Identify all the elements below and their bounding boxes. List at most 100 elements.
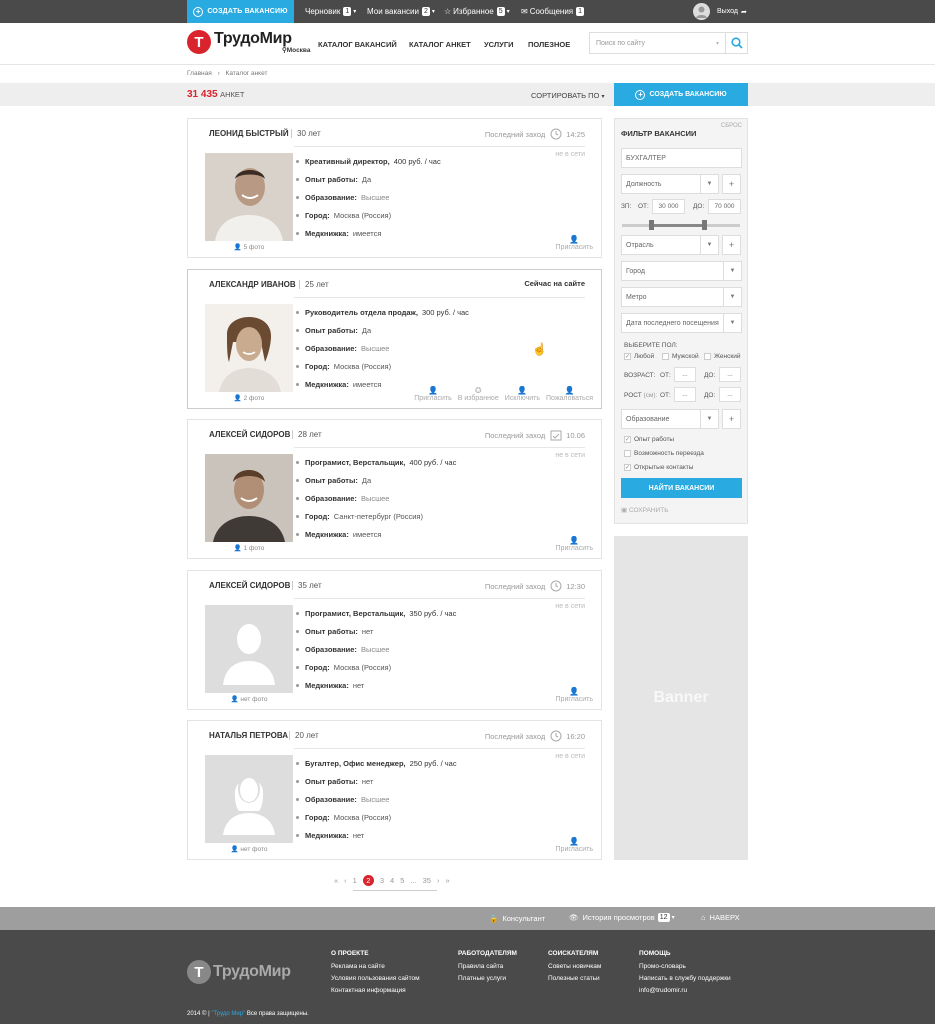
page-1[interactable]: 1	[353, 876, 357, 885]
footer-link[interactable]: Условия пользования сайтом	[331, 975, 420, 982]
exclude-button[interactable]: 👤 Исключить	[505, 387, 540, 403]
footer-link[interactable]: Правила сайта	[458, 963, 517, 970]
site-logo[interactable]: Т ТрудоМир ⚲Москва	[187, 30, 310, 54]
city-value: Москва (Россия)	[333, 812, 392, 822]
nav-useful[interactable]: ПОЛЕЗНОЕ	[528, 40, 570, 49]
gender-male-checkbox[interactable]: Мужской	[662, 353, 699, 360]
first-page-icon[interactable]: «	[334, 876, 338, 885]
favorites-menu[interactable]: ☆ Избранное 5 ▾	[444, 0, 510, 23]
invite-button[interactable]: 👤 Пригласить	[414, 387, 451, 403]
education-select[interactable]: Образование ▼	[621, 409, 719, 429]
invite-button[interactable]: 👤 Пригласить	[556, 236, 593, 252]
open-contacts-checkbox[interactable]: ✓ Открытые контакты	[624, 464, 693, 471]
age-to-input[interactable]: ...	[719, 367, 741, 382]
last-visit: Последний заход 10.06	[484, 430, 585, 441]
user-avatar[interactable]	[693, 3, 710, 20]
keyword-input[interactable]: БУХГАЛТЕР	[621, 148, 742, 168]
footer-link[interactable]: Советы новичкам	[548, 963, 601, 970]
footer-link[interactable]: Контактная информация	[331, 987, 420, 994]
sort-dropdown[interactable]: СОРТИРОВАТЬ ПО ▾	[531, 91, 605, 100]
last-visit-select[interactable]: Дата последнего посещения ▼	[621, 313, 742, 333]
page-4[interactable]: 4	[390, 876, 394, 885]
candidate-photo[interactable]	[205, 454, 293, 542]
breadcrumb-home[interactable]: Главная	[187, 70, 212, 77]
messages-menu[interactable]: ✉ Сообщения 1	[521, 0, 585, 23]
add-position-button[interactable]: +	[722, 174, 741, 194]
star-icon: ☆	[444, 7, 452, 16]
footer-link[interactable]: Реклама на сайте	[331, 963, 420, 970]
add-industry-button[interactable]: +	[722, 235, 741, 255]
logout-link[interactable]: Выход ➦	[717, 0, 747, 23]
photo-count[interactable]: 👤 2 фото	[205, 394, 293, 402]
candidate-name[interactable]: НАТАЛЬЯ ПЕТРОВА	[209, 731, 288, 740]
slider-handle-min[interactable]	[649, 220, 654, 230]
invite-button[interactable]: 👤 Пригласить	[556, 688, 593, 704]
height-to-input[interactable]: ...	[719, 387, 741, 402]
my-vacancies-menu[interactable]: Мои вакансии 2 ▾	[367, 0, 435, 23]
back-to-top-link[interactable]: ⌂ НАВЕРХ	[701, 913, 740, 922]
position-label: Програмист, Верстальщик,	[305, 608, 406, 618]
resume-card[interactable]: АЛЕКСАНДР ИВАНОВ 25 лет Сейчас на сайте …	[187, 269, 602, 409]
find-vacancies-button[interactable]: НАЙТИ ВАКАНСИИ	[621, 478, 742, 498]
save-filter-button[interactable]: ▣ СОХРАНИТЬ	[621, 506, 668, 514]
page-3[interactable]: 3	[380, 876, 384, 885]
page-35[interactable]: 35	[423, 876, 431, 885]
age-from-input[interactable]: ...	[674, 367, 696, 382]
candidate-name[interactable]: АЛЕКСЕЙ СИДОРОВ	[209, 581, 290, 590]
gender-any-checkbox[interactable]: ✓ Любой	[624, 353, 654, 360]
nav-vacancies-catalog[interactable]: КАТАЛОГ ВАКАНСИЙ	[318, 40, 397, 49]
drafts-menu[interactable]: Черновик 1 ▾	[305, 0, 356, 23]
footer-link[interactable]: Промо-словарь	[639, 963, 731, 970]
reset-filter-link[interactable]: СБРОС	[721, 123, 742, 129]
nav-resumes-catalog[interactable]: КАТАЛОГ АНКЕТ	[409, 40, 471, 49]
resume-card[interactable]: АЛЕКСЕЙ СИДОРОВ 35 лет Последний заход 1…	[187, 570, 602, 710]
candidate-age: 28 лет	[292, 430, 322, 439]
footer-email-link[interactable]: info@trudomir.ru	[639, 987, 731, 994]
footer-link[interactable]: Написать в службу поддержки	[639, 975, 731, 982]
industry-select[interactable]: Отрасль ▼	[621, 235, 719, 255]
photo-count[interactable]: 👤 1 фото	[205, 544, 293, 552]
add-to-favorites-button[interactable]: ✪ В избранное	[458, 387, 499, 403]
footer-logo[interactable]: Т ТрудоМир	[187, 960, 291, 984]
next-page-icon[interactable]: ›	[437, 876, 440, 885]
search-input[interactable]: Поиск по сайту ▾	[589, 32, 726, 54]
candidate-name[interactable]: ЛЕОНИД БЫСТРЫЙ	[209, 129, 289, 138]
add-education-button[interactable]: +	[722, 409, 741, 429]
drafts-count-badge: 1	[343, 7, 352, 16]
relocation-checkbox[interactable]: Возможность переезда	[624, 450, 704, 457]
metro-select[interactable]: Метро ▼	[621, 287, 742, 307]
photo-count[interactable]: 👤 5 фото	[205, 243, 293, 251]
footer-link[interactable]: Полезные статьи	[548, 975, 601, 982]
prev-page-icon[interactable]: ‹	[344, 876, 347, 885]
history-link[interactable]: 👁 История просмотров 12 ▾	[569, 913, 675, 922]
salary-from-input[interactable]: 30 000	[652, 199, 685, 214]
create-vacancy-top-button[interactable]: + СОЗДАТЬ ВАКАНСИЮ	[187, 0, 294, 23]
search-button[interactable]	[726, 32, 748, 54]
resume-card[interactable]: АЛЕКСЕЙ СИДОРОВ 28 лет Последний заход 1…	[187, 419, 602, 559]
report-button[interactable]: 👤 Пожаловаться	[546, 387, 593, 403]
slider-handle-max[interactable]	[702, 220, 707, 230]
banner-placeholder[interactable]: Banner	[614, 536, 748, 860]
footer-link[interactable]: Платные услуги	[458, 975, 517, 982]
gender-female-checkbox[interactable]: Женский	[704, 353, 740, 360]
candidate-name[interactable]: АЛЕКСЕЙ СИДОРОВ	[209, 430, 290, 439]
consultant-link[interactable]: 🔒 Консультант	[489, 914, 545, 923]
invite-button[interactable]: 👤 Пригласить	[556, 838, 593, 854]
city-selector[interactable]: ⚲Москва	[282, 46, 310, 54]
position-select[interactable]: Должность ▼	[621, 174, 719, 194]
resume-card[interactable]: НАТАЛЬЯ ПЕТРОВА 20 лет Последний заход 1…	[187, 720, 602, 860]
page-5[interactable]: 5	[400, 876, 404, 885]
last-page-icon[interactable]: »	[445, 876, 449, 885]
create-vacancy-button[interactable]: + СОЗДАТЬ ВАКАНСИЮ	[614, 83, 748, 106]
candidate-photo[interactable]	[205, 153, 293, 241]
nav-services[interactable]: УСЛУГИ	[484, 40, 513, 49]
height-from-input[interactable]: ...	[674, 387, 696, 402]
candidate-photo[interactable]	[205, 304, 293, 392]
experience-checkbox[interactable]: ✓ Опыт работы	[624, 436, 674, 443]
resume-card[interactable]: ЛЕОНИД БЫСТРЫЙ 30 лет Последний заход 14…	[187, 118, 602, 258]
city-select[interactable]: Город ▼	[621, 261, 742, 281]
page-current[interactable]: 2	[362, 875, 374, 886]
candidate-name[interactable]: АЛЕКСАНДР ИВАНОВ	[209, 280, 296, 289]
invite-button[interactable]: 👤 Пригласить	[556, 537, 593, 553]
salary-to-input[interactable]: 70 000	[708, 199, 741, 214]
